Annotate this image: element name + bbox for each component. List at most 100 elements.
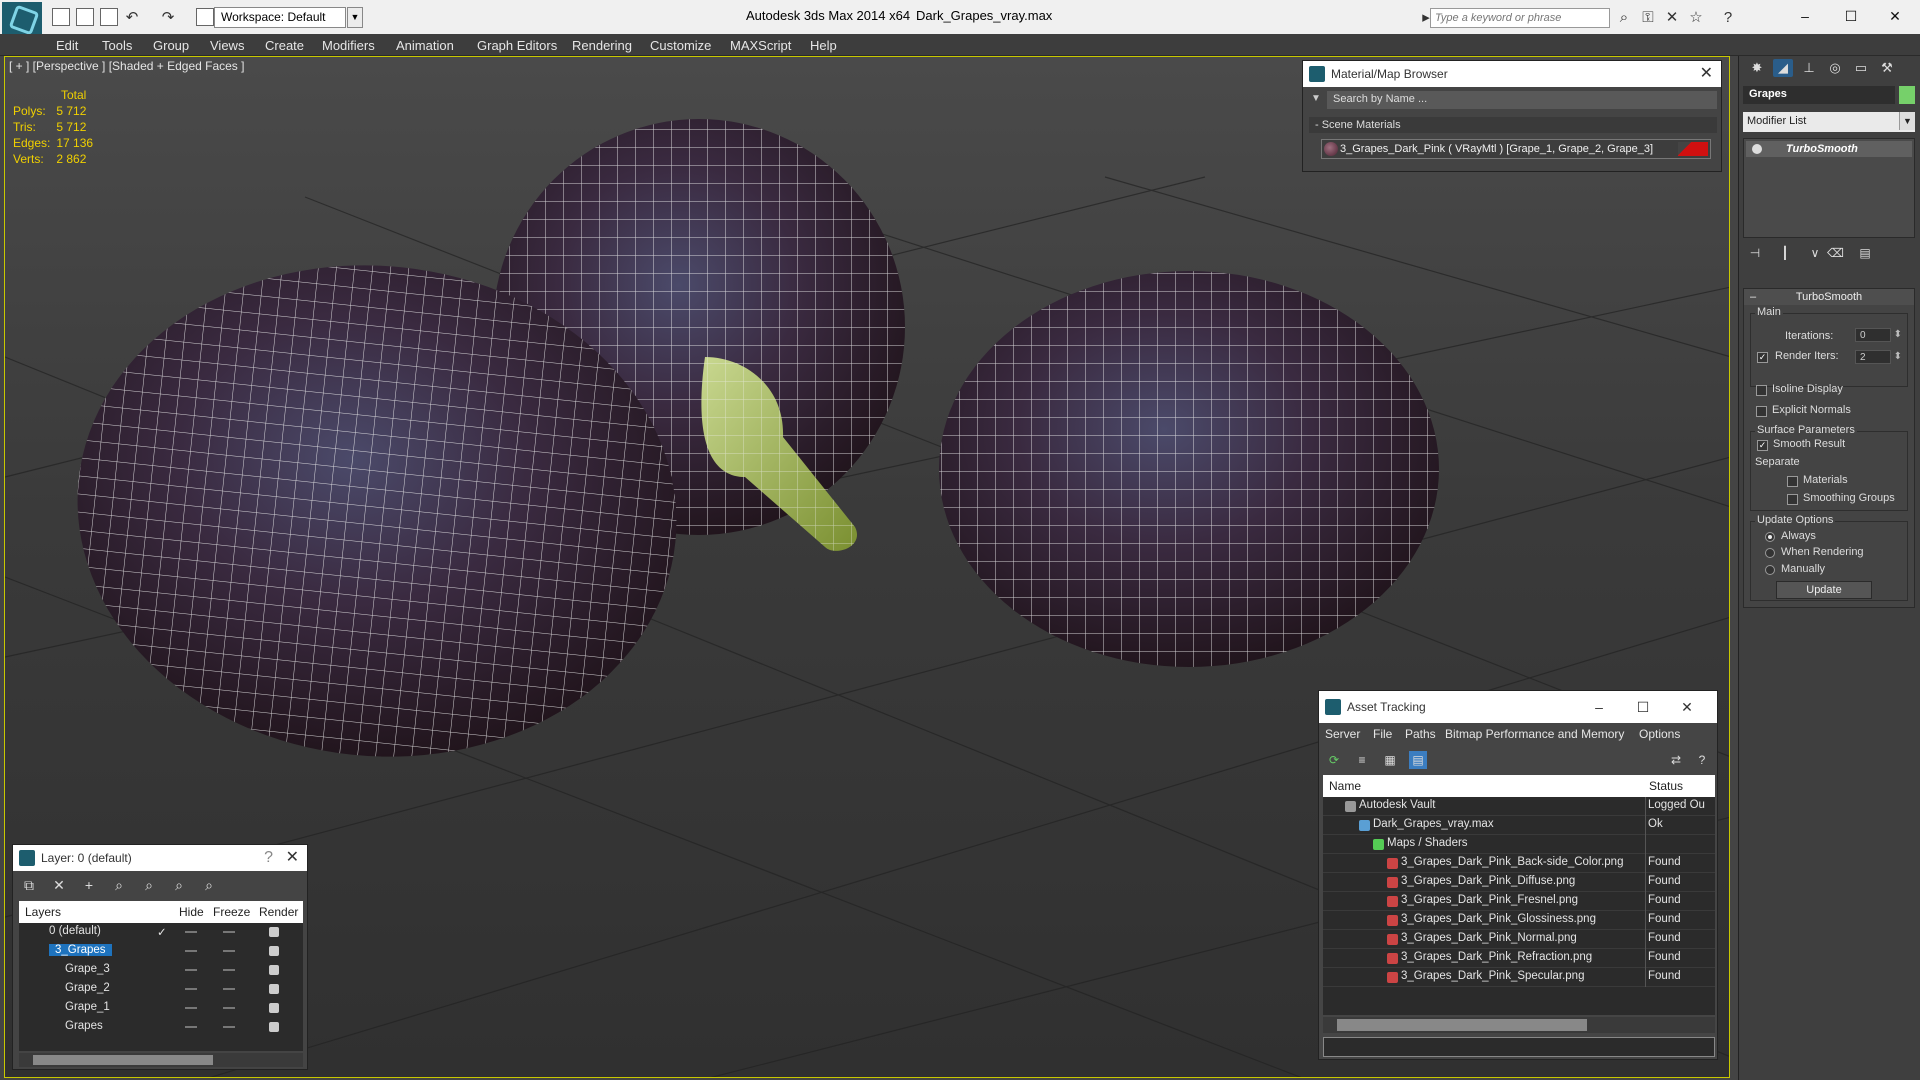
render-iters-spinner[interactable]: 2 [1855,350,1902,364]
search-input[interactable]: Type a keyword or phrase [1430,8,1610,28]
menu-animation[interactable]: Animation [396,38,454,53]
table-row[interactable]: 3_Grapes_Dark_Pink_Specular.png Found [1323,968,1715,987]
update-button[interactable]: Update [1776,581,1872,599]
modifier-list-dropdown[interactable]: Modifier List ▼ [1743,112,1915,132]
scrollbar-thumb[interactable] [1337,1019,1587,1031]
rollout-header[interactable]: TurboSmooth [1744,289,1914,305]
favorites-star-icon[interactable]: ☆ [1688,10,1704,26]
undo-icon[interactable]: ↶ [124,10,140,26]
menu-edit[interactable]: Edit [56,38,78,53]
col-status[interactable]: Status [1649,779,1683,793]
help-icon[interactable]: ? [264,845,273,871]
object-color-swatch[interactable] [1899,86,1915,104]
vault-icon[interactable]: ⇄ [1667,751,1685,769]
make-unique-icon[interactable]: ∨ [1807,246,1823,262]
remove-modifier-icon[interactable]: ⌫ [1827,246,1844,262]
create-tab-icon[interactable]: ✸ [1747,59,1767,77]
material-item[interactable]: 3_Grapes_Dark_Pink ( VRayMtl ) [Grape_1,… [1321,139,1711,159]
redo-icon[interactable]: ↷ [160,10,176,26]
minimize-button[interactable]: – [1782,4,1828,28]
app-logo-icon[interactable] [2,2,42,34]
smooth-result-checkbox[interactable]: ✓ [1757,440,1768,451]
chevron-down-icon[interactable]: ▼ [347,7,363,28]
hierarchy-tab-icon[interactable]: ⊥ [1799,59,1819,77]
table-view-icon[interactable]: ▤ [1409,751,1427,769]
list-view-icon[interactable]: ≡ [1353,751,1371,769]
hide-unhide-all-icon[interactable]: ⌕ [169,875,189,895]
maximize-button[interactable]: ☐ [1828,4,1874,28]
table-row[interactable]: 3_Grapes_Dark_Pink_Normal.png Found [1323,930,1715,949]
table-row[interactable]: 3_Grapes_Dark_Pink_Glossiness.png Found [1323,911,1715,930]
pin-stack-icon[interactable]: ⊣ [1747,246,1763,262]
always-radio[interactable] [1765,532,1775,542]
viewport-label[interactable]: [ + ] [Perspective ] [Shaded + Edged Fac… [9,59,244,73]
scrollbar-thumb[interactable] [33,1055,213,1065]
asset-menu-server[interactable]: Server [1325,727,1360,741]
materials-checkbox[interactable] [1787,476,1798,487]
open-file-icon[interactable] [76,8,94,26]
close-icon[interactable]: ✕ [1700,61,1713,87]
close-button[interactable]: ✕ [1872,4,1918,28]
help-icon[interactable]: ? [1720,10,1736,26]
close-button[interactable]: ✕ [1665,691,1709,723]
manually-radio[interactable] [1765,565,1775,575]
show-end-result-icon[interactable]: ┃ [1777,246,1793,262]
asset-menu-options[interactable]: Options [1639,727,1680,741]
object-name-field[interactable]: Grapes [1743,86,1895,104]
menu-views[interactable]: Views [210,38,244,53]
layer-row[interactable]: Grape_3 [19,961,303,980]
material-browser-titlebar[interactable]: Material/Map Browser ✕ [1303,61,1721,87]
explicit-normals-checkbox[interactable] [1756,406,1767,417]
display-tab-icon[interactable]: ▭ [1851,59,1871,77]
project-folder-icon[interactable] [196,8,214,26]
col-name[interactable]: Name [1329,779,1361,793]
table-row[interactable]: 3_Grapes_Dark_Pink_Refraction.png Found [1323,949,1715,968]
active-layer-check-icon[interactable]: ✓ [157,925,167,939]
table-row[interactable]: 3_Grapes_Dark_Pink_Diffuse.png Found [1323,873,1715,892]
col-render[interactable]: Render [259,905,298,919]
add-to-layer-icon[interactable]: + [79,875,99,895]
layer-row[interactable]: 0 (default) ✓ [19,923,303,942]
modify-tab-icon[interactable]: ◢ [1773,59,1793,77]
subscription-icon[interactable]: ⚿ [1640,10,1656,26]
asset-tracking-titlebar[interactable]: Asset Tracking – ☐ ✕ [1319,691,1717,723]
when-rendering-radio[interactable] [1765,548,1775,558]
freeze-unfreeze-all-icon[interactable]: ⌕ [199,875,219,895]
maximize-button[interactable]: ☐ [1621,691,1665,723]
asset-path-field[interactable] [1323,1037,1715,1057]
lightbulb-icon[interactable] [1752,144,1762,154]
table-row[interactable]: Maps / Shaders [1323,835,1715,854]
horizontal-scrollbar[interactable] [19,1053,303,1067]
motion-tab-icon[interactable]: ◎ [1825,59,1845,77]
grape-right[interactable] [939,271,1439,667]
layer-row[interactable]: Grape_2 [19,980,303,999]
asset-menu-file[interactable]: File [1373,727,1392,741]
table-row[interactable]: Autodesk Vault Logged Ou [1323,797,1715,816]
utilities-tab-icon[interactable]: ⚒ [1877,59,1897,77]
create-layer-icon[interactable]: ⧉ [19,875,39,895]
menu-rendering[interactable]: Rendering [572,38,632,53]
table-row[interactable]: 3_Grapes_Dark_Pink_Fresnel.png Found [1323,892,1715,911]
workspace-dropdown[interactable]: Workspace: Default ▼ [214,7,363,28]
delete-layer-icon[interactable]: ✕ [49,875,69,895]
browser-options-icon[interactable]: ▼ [1311,93,1323,105]
material-search-input[interactable]: Search by Name ... [1327,91,1717,109]
menu-customize[interactable]: Customize [650,38,711,53]
close-icon[interactable]: ✕ [286,845,299,871]
iterations-spinner[interactable]: 0 [1855,328,1902,342]
layer-manager-titlebar[interactable]: Layer: 0 (default) ? ✕ [13,845,307,871]
chevron-down-icon[interactable]: ▼ [1899,112,1915,130]
communication-icon[interactable]: ✕ [1664,10,1680,26]
isoline-display-checkbox[interactable] [1756,385,1767,396]
menu-create[interactable]: Create [265,38,304,53]
col-hide[interactable]: Hide [179,905,204,919]
menu-help[interactable]: Help [810,38,837,53]
menu-graph-editors[interactable]: Graph Editors [477,38,557,53]
minimize-button[interactable]: – [1577,691,1621,723]
layer-row[interactable]: Grape_1 [19,999,303,1018]
new-file-icon[interactable] [52,8,70,26]
col-freeze[interactable]: Freeze [213,905,250,919]
thumbnail-view-icon[interactable]: ▦ [1381,751,1399,769]
horizontal-scrollbar[interactable] [1323,1017,1715,1033]
menu-modifiers[interactable]: Modifiers [322,38,375,53]
